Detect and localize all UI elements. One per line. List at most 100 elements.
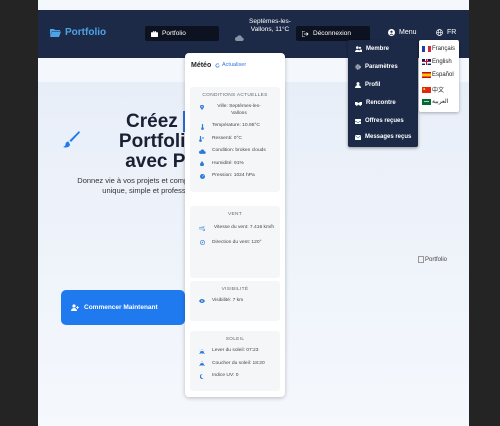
language-item-fr[interactable]: Français — [422, 46, 455, 52]
briefcase-icon — [151, 30, 158, 37]
start-now-label: Commencer Maintenant — [84, 304, 158, 311]
flag-china-icon — [422, 86, 431, 93]
wind-direction-value: Direction du vent: 120° — [212, 239, 262, 245]
portfolio-image-alt: Portfolio — [425, 256, 448, 263]
visibility-title: VISIBILITÉ — [221, 287, 249, 292]
conditions-title: CONDITIONS ACTUELLES — [202, 93, 268, 98]
weather-summary: Septèmes-les-Vallons, 11°C — [249, 18, 291, 33]
folder-open-icon — [50, 29, 61, 37]
portfolio-label: Portfolio — [162, 30, 186, 37]
pressure-row: Pression: 1024 hPa — [190, 173, 280, 180]
hero-title-line1: Créez — [126, 111, 184, 132]
refresh-button[interactable]: Actualiser — [215, 62, 246, 68]
brand-link[interactable]: Portfolio — [50, 27, 106, 38]
user-icon — [355, 82, 361, 88]
sunset-row: Coucher du soleil: 18:20 — [190, 361, 280, 368]
language-label: FR — [447, 29, 457, 36]
refresh-icon — [215, 62, 220, 67]
menu-label: Menu — [399, 29, 417, 36]
cloud-icon — [198, 148, 206, 154]
menu-item-membre[interactable]: Membre — [355, 46, 389, 52]
humidity-row: Humidité: 91% — [190, 161, 280, 168]
app-frame: Portfolio Portfolio Septèmes-les-Vallons… — [38, 0, 469, 426]
language-toggle[interactable]: FR — [436, 29, 456, 36]
flag-saudi-icon — [422, 98, 431, 105]
menu-item-parametres[interactable]: Paramètres — [355, 64, 398, 70]
logout-label: Déconnexion — [313, 30, 351, 37]
wind-title: VENT — [228, 212, 242, 217]
menu-toggle[interactable]: Menu — [388, 29, 417, 36]
weather-widget[interactable]: Septèmes-les-Vallons, 11°C — [235, 18, 295, 41]
weather-panel: Météo Actualiser CONDITIONS ACTUELLES Vi… — [185, 53, 285, 397]
flag-france-icon — [422, 46, 431, 52]
city-value: Ville: Septèmes-les-Vallons — [217, 104, 261, 116]
flag-spain-icon — [422, 72, 431, 78]
sun-card: SOLEIL Lever du soleil: 07:23 Coucher du… — [190, 331, 280, 391]
temperature-row: Température: 10.95°C — [190, 123, 280, 130]
wind-direction-row: Direction du vent: 120° — [190, 240, 280, 247]
menu-item-label: Paramètres — [365, 64, 398, 70]
envelope-icon — [355, 134, 361, 140]
gear-icon — [355, 64, 361, 70]
logout-button[interactable]: Déconnexion — [296, 26, 370, 41]
visibility-card: VISIBILITÉ Visibilité: 7 km — [190, 281, 280, 321]
wind-speed-value: Vitesse du vent: 7.416 km/h — [213, 225, 275, 230]
menu-item-label: Profil — [365, 82, 381, 88]
menu-item-rencontre[interactable]: Rencontre — [355, 100, 396, 106]
language-item-es[interactable]: Español — [422, 72, 454, 78]
temperature-value: Température: 10.95°C — [212, 123, 260, 128]
language-item-ar[interactable]: العربية — [422, 98, 448, 105]
language-item-zh[interactable]: 中文 — [422, 85, 444, 94]
visibility-row: Visibilité: 7 km — [190, 298, 280, 305]
language-item-label: Español — [432, 72, 454, 78]
compass-icon — [199, 240, 205, 245]
menu-item-label: Membre — [366, 46, 390, 52]
start-now-button[interactable]: Commencer Maintenant — [61, 290, 185, 325]
user-plus-icon — [71, 304, 79, 311]
feels-like-value: Ressenti: 0°C — [212, 135, 242, 141]
inbox-icon — [355, 118, 361, 124]
wind-card: VENT Vitesse du vent: 7.416 km/h Directi… — [190, 206, 280, 278]
menu-item-profil[interactable]: Profil — [355, 82, 380, 88]
wind-speed-row: Vitesse du vent: 7.416 km/h — [190, 225, 280, 232]
uv-row: Indice UV: 0 — [190, 373, 280, 380]
brand-label: Portfolio — [65, 27, 107, 38]
eye-icon — [199, 298, 205, 303]
language-item-label: العربية — [432, 99, 449, 105]
condition-value: Condition: broken clouds — [212, 148, 266, 153]
menu-item-offres[interactable]: Offres reçues — [355, 118, 404, 124]
pressure-value: Pression: 1024 hPa — [212, 173, 255, 178]
portfolio-image: Portfolio — [418, 256, 447, 263]
menu-item-label: Offres reçues — [365, 118, 404, 124]
language-item-label: English — [432, 59, 452, 65]
sunset-icon — [199, 361, 205, 366]
conditions-card: CONDITIONS ACTUELLES Ville: Septèmes-les… — [190, 87, 280, 192]
map-marker-icon — [200, 104, 204, 110]
moon-icon — [199, 373, 204, 379]
sun-title: SOLEIL — [225, 337, 245, 342]
language-dropdown: Français English Español 中文 العربية — [419, 40, 459, 112]
cloud-icon — [235, 35, 244, 41]
user-circle-icon — [388, 29, 395, 36]
globe-icon — [436, 29, 443, 36]
language-item-label: Français — [432, 46, 456, 52]
uv-value: Indice UV: 0 — [212, 373, 239, 378]
language-item-label: 中文 — [432, 88, 445, 94]
menu-item-messages[interactable]: Messages reçus — [355, 134, 411, 140]
temperature-feel-icon — [199, 136, 204, 142]
humidity-value: Humidité: 91% — [212, 160, 244, 166]
broken-image-icon — [418, 256, 424, 263]
thermometer-icon — [200, 123, 204, 130]
sunrise-value: Lever du soleil: 07:23 — [212, 348, 259, 353]
language-item-en[interactable]: English — [422, 59, 452, 65]
droplet-icon — [200, 161, 204, 166]
condition-row: Condition: broken clouds — [190, 148, 280, 155]
flag-uk-icon — [422, 59, 431, 65]
menu-item-label: Rencontre — [366, 100, 396, 106]
sunrise-icon — [199, 348, 205, 354]
city-row: Ville: Septèmes-les-Vallons — [190, 104, 280, 117]
handshake-icon — [355, 101, 362, 106]
wind-icon — [199, 225, 205, 231]
visibility-value: Visibilité: 7 km — [212, 298, 244, 303]
portfolio-button[interactable]: Portfolio — [145, 26, 219, 41]
